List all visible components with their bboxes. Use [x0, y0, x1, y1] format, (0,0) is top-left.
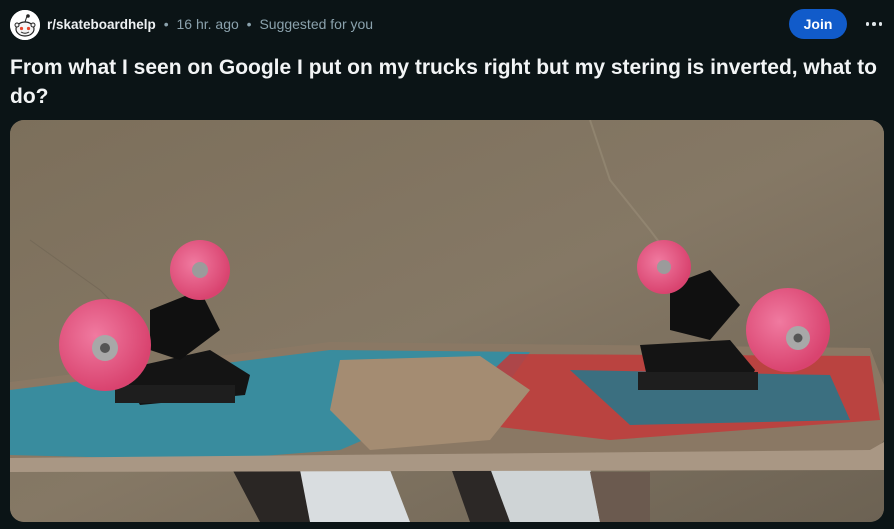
more-horizontal-icon — [865, 22, 870, 26]
join-button[interactable]: Join — [789, 9, 847, 39]
suggestion-reason: Suggested for you — [259, 16, 374, 32]
post-meta: r/skateboardhelp • 16 hr. ago • Suggeste… — [47, 15, 373, 34]
post-time: 16 hr. ago — [176, 16, 239, 32]
meta-separator: • — [163, 16, 169, 32]
more-options-button[interactable] — [860, 10, 888, 38]
skateboard-photo — [10, 120, 884, 522]
subreddit-avatar[interactable] — [10, 10, 40, 40]
reddit-snoo-icon — [10, 10, 40, 40]
more-horizontal-icon-dot — [872, 22, 876, 26]
post-header: r/skateboardhelp • 16 hr. ago • Suggeste… — [0, 0, 894, 48]
post-title[interactable]: From what I seen on Google I put on my t… — [10, 53, 880, 111]
more-horizontal-icon-dot — [878, 22, 883, 26]
subreddit-link[interactable]: r/skateboardhelp — [47, 17, 156, 32]
meta-separator: • — [246, 16, 252, 32]
post-image[interactable] — [10, 120, 884, 522]
